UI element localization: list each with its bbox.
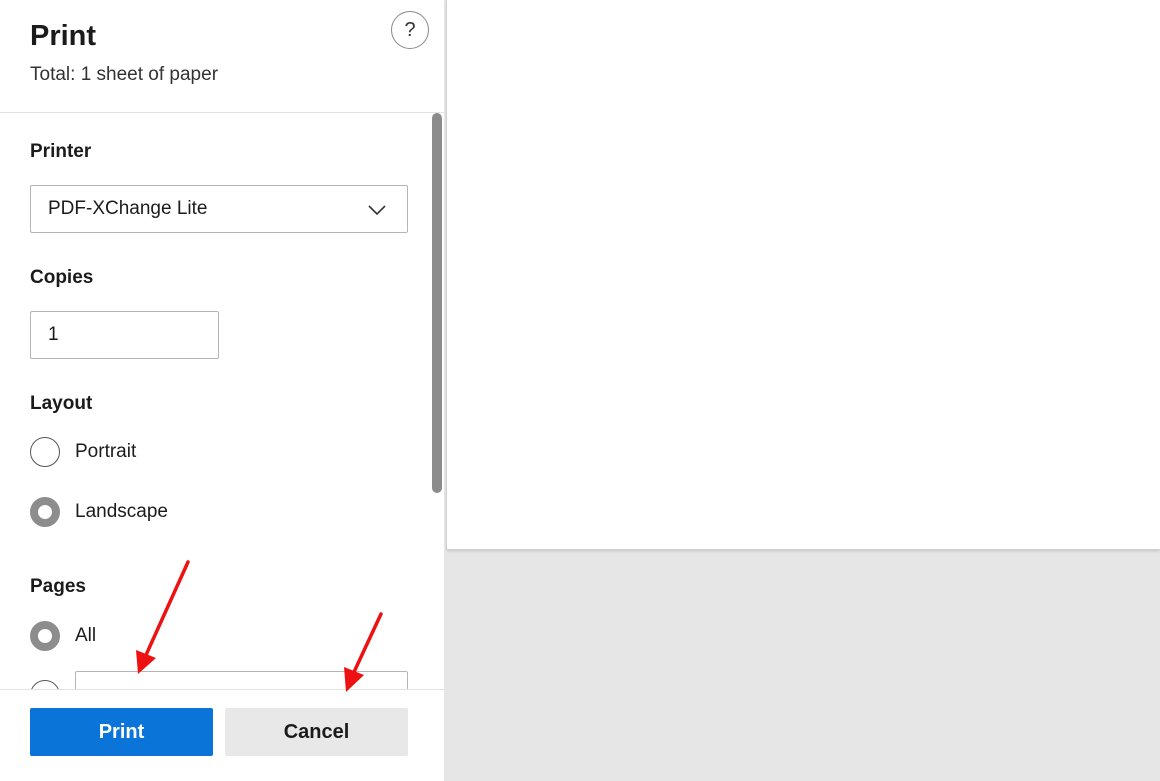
- layout-option-portrait[interactable]: Portrait: [30, 436, 136, 468]
- sheet-count: Total: 1 sheet of paper: [30, 64, 219, 85]
- page-range-input[interactable]: [75, 671, 408, 689]
- layout-option-landscape[interactable]: Landscape: [30, 496, 168, 528]
- copies-input[interactable]: 1: [30, 311, 219, 359]
- printer-select-value: PDF-XChange Lite: [48, 198, 208, 219]
- pages-label: Pages: [30, 576, 86, 597]
- all-pages-radio[interactable]: [30, 621, 60, 651]
- chevron-down-icon: [368, 205, 386, 216]
- copies-value: 1: [48, 324, 59, 345]
- cancel-button[interactable]: Cancel: [225, 708, 408, 756]
- settings-scrollbar[interactable]: [432, 113, 442, 493]
- printer-label: Printer: [30, 141, 92, 162]
- settings-scroll-area[interactable]: Printer PDF-XChange Lite Copies 1 Layout…: [0, 113, 444, 689]
- portrait-radio[interactable]: [30, 437, 60, 467]
- all-pages-label: All: [75, 625, 97, 646]
- help-button[interactable]: ?: [391, 11, 429, 49]
- dialog-footer: Print Cancel: [0, 689, 444, 781]
- pages-option-all[interactable]: All: [30, 620, 96, 652]
- portrait-label: Portrait: [75, 441, 137, 462]
- print-preview-page: [447, 0, 1160, 549]
- landscape-radio[interactable]: [30, 497, 60, 527]
- print-button[interactable]: Print: [30, 708, 213, 756]
- page-range-radio[interactable]: [30, 680, 60, 689]
- dialog-header: Print Total: 1 sheet of paper ?: [0, 0, 444, 113]
- print-settings-panel: Print Total: 1 sheet of paper ? Printer …: [0, 0, 444, 781]
- help-icon: ?: [404, 18, 416, 41]
- layout-label: Layout: [30, 393, 93, 414]
- pages-option-range[interactable]: [30, 679, 60, 689]
- landscape-label: Landscape: [75, 501, 168, 522]
- printer-select[interactable]: PDF-XChange Lite: [30, 185, 408, 233]
- page-title: Print: [30, 20, 97, 52]
- copies-label: Copies: [30, 267, 94, 288]
